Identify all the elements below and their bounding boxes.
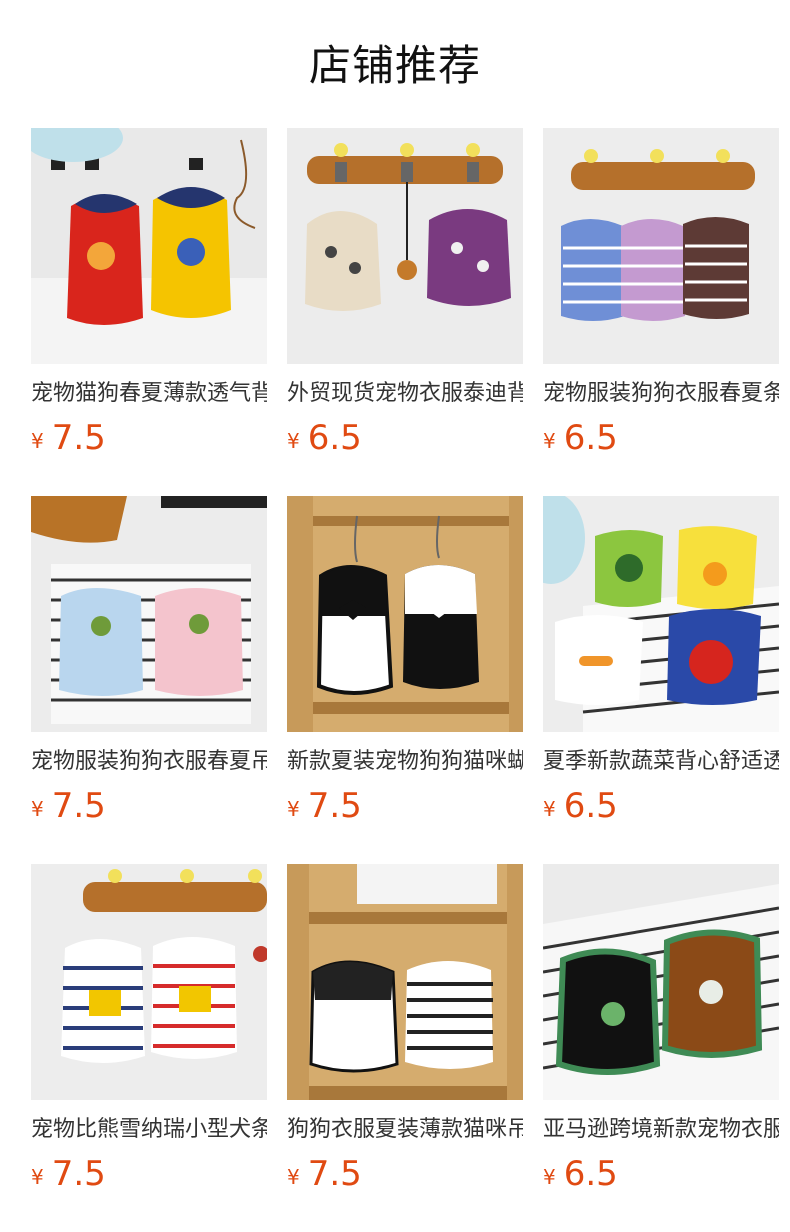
product-card[interactable]: 宠物猫狗春夏薄款透气背心 ¥7.5 [31,128,267,468]
product-price: ¥6.5 [287,416,362,460]
product-name[interactable]: 宠物服装狗狗衣服春夏吊带裙 [31,744,267,780]
product-photo-5 [287,496,523,732]
product-photo-6 [543,496,779,732]
currency-symbol: ¥ [543,797,556,821]
currency-symbol: ¥ [287,429,300,453]
price-amount: 6.5 [307,418,362,458]
product-card[interactable]: 亚马逊跨境新款宠物衣服背心 ¥6.5 [543,864,779,1204]
product-image[interactable] [287,496,523,732]
product-name[interactable]: 狗狗衣服夏装薄款猫咪吊带背心 [287,1112,523,1148]
currency-symbol: ¥ [543,1165,556,1189]
product-name[interactable]: 外贸现货宠物衣服泰迪背心 [287,376,523,412]
product-card[interactable]: 外贸现货宠物衣服泰迪背心 ¥6.5 [287,128,523,468]
price-amount: 7.5 [51,418,106,458]
price-amount: 6.5 [563,1154,618,1194]
currency-symbol: ¥ [287,797,300,821]
product-card[interactable]: 夏季新款蔬菜背心舒适透气 ¥6.5 [543,496,779,836]
product-image[interactable] [31,128,267,364]
currency-symbol: ¥ [31,429,44,453]
product-photo-3 [543,128,779,364]
product-image[interactable] [31,864,267,1100]
product-image[interactable] [543,496,779,732]
product-image[interactable] [543,864,779,1100]
product-card[interactable]: 宠物服装狗狗衣服春夏条纹背心 ¥6.5 [543,128,779,468]
product-card[interactable]: 宠物服装狗狗衣服春夏吊带裙 ¥7.5 [31,496,267,836]
price-amount: 7.5 [51,786,106,826]
product-price: ¥7.5 [31,416,106,460]
product-photo-4 [31,496,267,732]
price-amount: 6.5 [563,418,618,458]
page: 店铺推荐 宠物猫狗春夏薄款透气背 ¥ 7.5 外贸现货宠物衣服泰迪背 ¥ 6.5… [0,0,790,1232]
product-name[interactable]: 宠物服装狗狗衣服春夏条纹背心 [543,376,779,412]
product-price: ¥6.5 [543,784,618,828]
product-image[interactable] [287,864,523,1100]
product-name[interactable]: 宠物比熊雪纳瑞小型犬条纹衣服 [31,1112,267,1148]
product-name[interactable]: 宠物猫狗春夏薄款透气背心 [31,376,267,412]
product-photo-9 [543,864,779,1100]
product-photo-8 [287,864,523,1100]
product-card[interactable]: 宠物比熊雪纳瑞小型犬条纹衣服 ¥7.5 [31,864,267,1204]
currency-symbol: ¥ [287,1165,300,1189]
product-image[interactable] [287,128,523,364]
product-name[interactable]: 亚马逊跨境新款宠物衣服背心 [543,1112,779,1148]
price-amount: 7.5 [307,1154,362,1194]
price-amount: 7.5 [51,1154,106,1194]
product-price: ¥7.5 [287,1152,362,1196]
product-card[interactable]: 新款夏装宠物狗狗猫咪蝴蝶结吊带 ¥7.5 [287,496,523,836]
product-photo-1 [31,128,267,364]
product-image[interactable] [31,496,267,732]
product-card[interactable]: 狗狗衣服夏装薄款猫咪吊带背心 ¥7.5 [287,864,523,1204]
product-image[interactable] [543,128,779,364]
product-name[interactable]: 夏季新款蔬菜背心舒适透气 [543,744,779,780]
product-photo-7 [31,864,267,1100]
price-amount: 6.5 [563,786,618,826]
currency-symbol: ¥ [31,1165,44,1189]
product-price: ¥7.5 [31,1152,106,1196]
product-price: ¥6.5 [543,416,618,460]
product-name[interactable]: 新款夏装宠物狗狗猫咪蝴蝶结吊带 [287,744,523,780]
product-price: ¥6.5 [543,1152,618,1196]
product-price: ¥7.5 [287,784,362,828]
currency-symbol: ¥ [543,429,556,453]
section-title: 店铺推荐 [308,41,481,90]
currency-symbol: ¥ [31,797,44,821]
product-photo-2 [287,128,523,364]
product-price: ¥7.5 [31,784,106,828]
price-amount: 7.5 [307,786,362,826]
